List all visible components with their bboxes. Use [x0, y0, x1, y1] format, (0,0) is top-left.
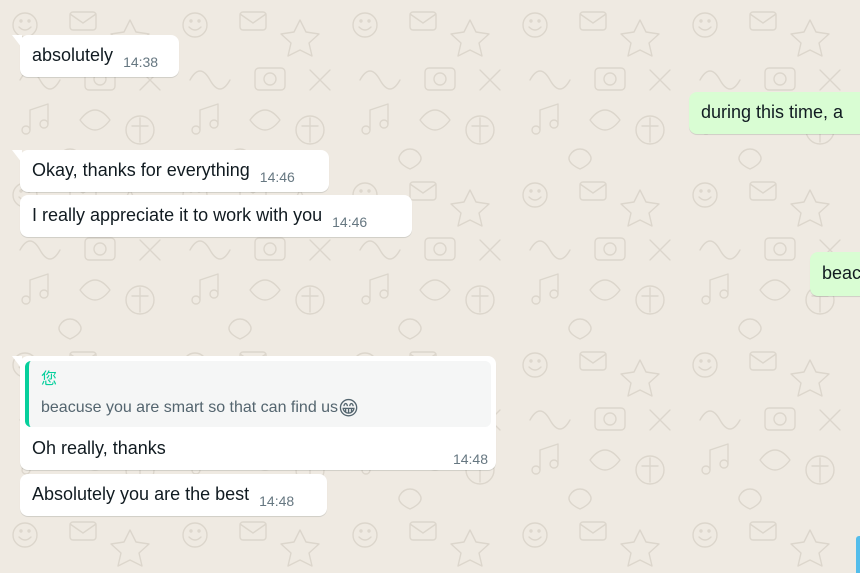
bubble-tail: [12, 150, 22, 163]
message-text: Oh really, thanks: [32, 438, 166, 458]
message-time: 14:48: [259, 493, 295, 509]
message-text: beac: [822, 263, 860, 283]
message-time: 14:46: [259, 169, 295, 185]
incoming-message[interactable]: I really appreciate it to work with you 1…: [20, 195, 412, 237]
message-text: absolutely: [32, 45, 114, 65]
message-text: during this time, a: [701, 102, 844, 122]
message-text: Absolutely you are the best: [32, 484, 250, 504]
quoted-text: beacuse you are smart so that can find u…: [41, 397, 359, 419]
message-text: I really appreciate it to work with you: [32, 205, 323, 225]
message-text: Okay, thanks for everything: [32, 160, 250, 180]
grinning-face-icon: 😁: [338, 396, 359, 420]
outgoing-message[interactable]: beac: [810, 252, 860, 296]
incoming-message[interactable]: absolutely 14:38: [12, 35, 179, 77]
bubble-tail: [12, 35, 22, 48]
outgoing-message[interactable]: during this time, a: [689, 92, 860, 134]
message-time: 14:48: [452, 451, 488, 467]
message-time: 14:38: [123, 54, 159, 70]
incoming-message[interactable]: Okay, thanks for everything 14:46: [12, 150, 329, 192]
quoted-text-body: beacuse you are smart so that can find u…: [41, 399, 339, 416]
message-list[interactable]: absolutely 14:38 during this time, a Okay…: [0, 0, 860, 573]
partial-element-edge: [856, 536, 860, 573]
incoming-reply-message[interactable]: 您 beacuse you are smart so that can find…: [12, 356, 496, 470]
bubble-tail: [12, 356, 22, 369]
quoted-author: 您: [41, 371, 58, 388]
quoted-message[interactable]: 您 beacuse you are smart so that can find…: [25, 361, 491, 427]
incoming-message[interactable]: Absolutely you are the best 14:48: [20, 474, 327, 516]
message-time: 14:46: [332, 214, 368, 230]
